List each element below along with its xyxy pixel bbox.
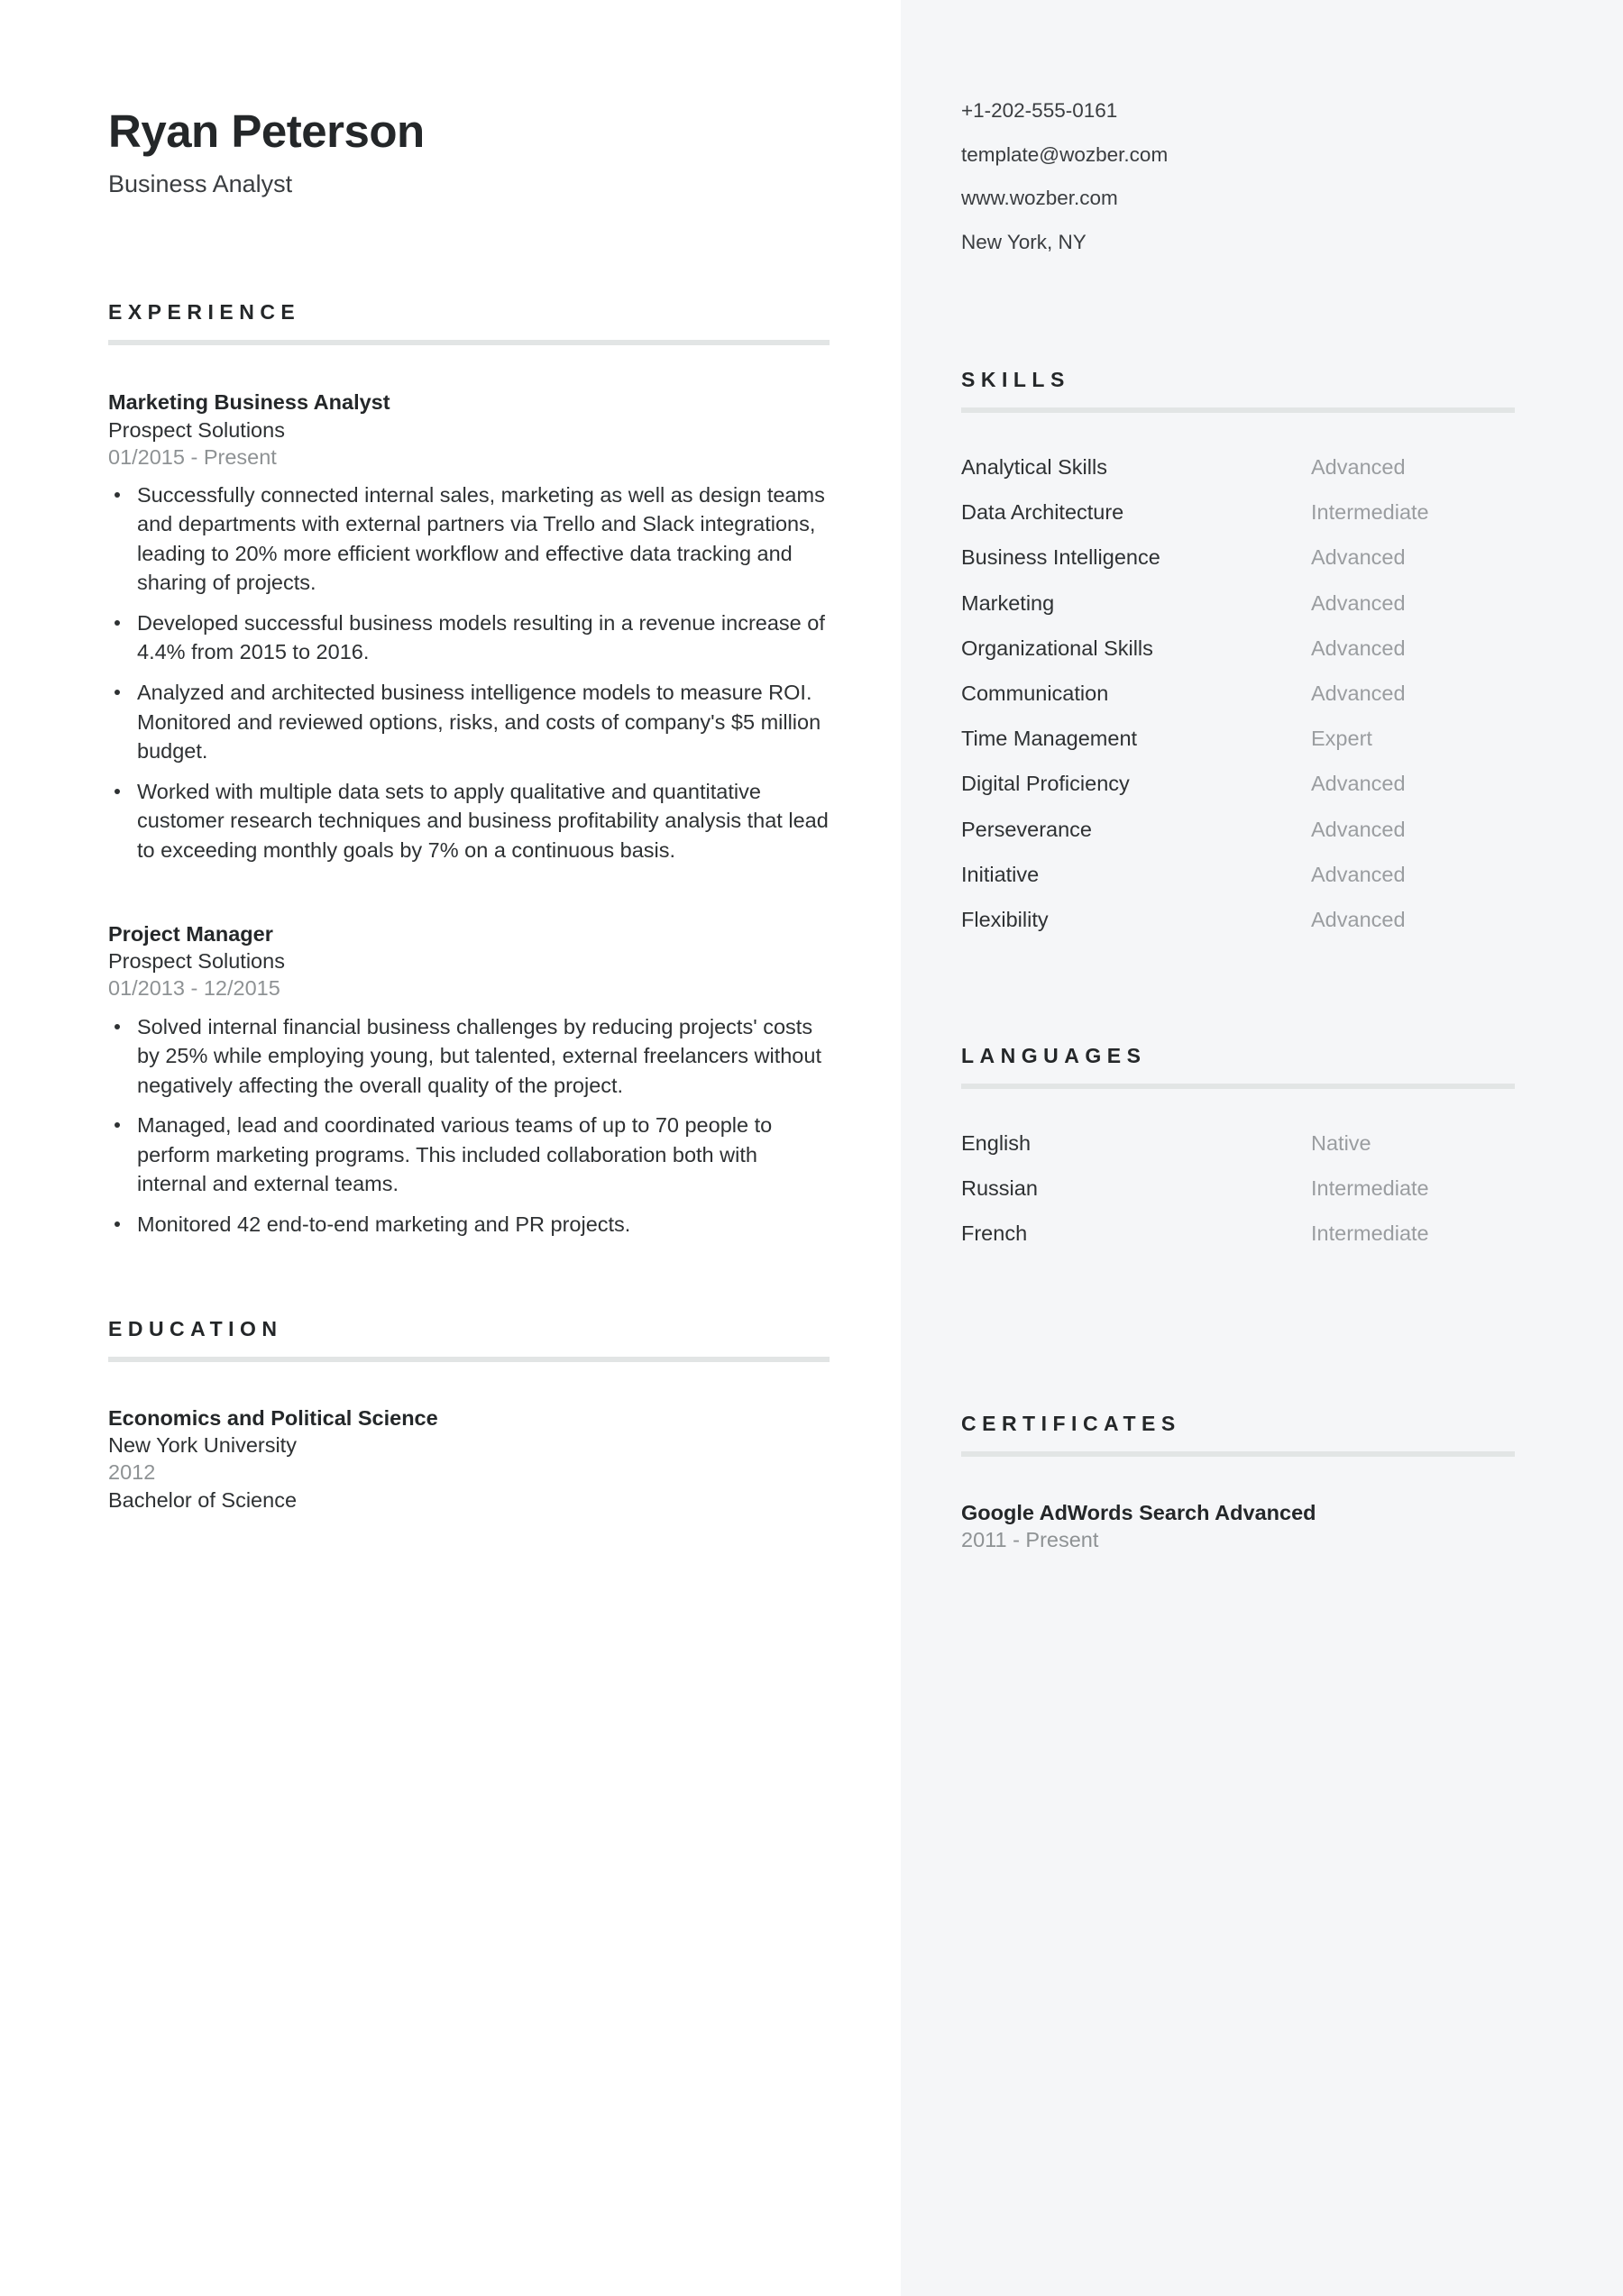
skill-row-level: Advanced bbox=[1311, 455, 1406, 479]
entry-date: 01/2015 - Present bbox=[108, 444, 277, 469]
skill-row-name: Initiative bbox=[961, 862, 1040, 886]
contact-line-1: template@wozber.com bbox=[961, 142, 1169, 166]
skill-row: Digital Proficiency Advanced bbox=[961, 771, 1515, 796]
experience-entry: Marketing Business Analyst Prospect Solut… bbox=[108, 389, 830, 864]
section-divider bbox=[961, 1450, 1515, 1457]
entry-title: Project Manager bbox=[108, 922, 273, 947]
entry-title: Marketing Business Analyst bbox=[108, 390, 390, 415]
entry-date: 01/2013 - 12/2015 bbox=[108, 976, 280, 1001]
language-row-name: Russian bbox=[961, 1176, 1038, 1201]
education-year: 2012 bbox=[108, 1460, 156, 1485]
entry-bullet: Analyzed and architected business intell… bbox=[108, 678, 830, 766]
experience-entry-list: Marketing Business Analyst Prospect Solut… bbox=[108, 389, 830, 1239]
language-row-name: English bbox=[961, 1131, 1032, 1156]
skill-row-name: Marketing bbox=[961, 590, 1055, 615]
entry-organization: Prospect Solutions bbox=[108, 417, 285, 442]
education-entry-list: Economics and Political Science New York … bbox=[108, 1404, 830, 1513]
section-divider bbox=[108, 1357, 830, 1363]
certificate-entry: Google AdWords Search Advanced 2011 - Pre… bbox=[961, 1499, 1515, 1554]
language-row-name: French bbox=[961, 1221, 1028, 1246]
languages-list: English Native Russian Intermediate French In… bbox=[961, 1130, 1515, 1247]
education-section: EDUCATION Economics and Political Scienc… bbox=[0, 1319, 901, 1513]
skill-row-level: Advanced bbox=[1311, 636, 1406, 660]
languages-heading: LANGUAGES bbox=[961, 1044, 1147, 1068]
job-title: Business Analyst bbox=[108, 170, 293, 198]
section-divider bbox=[961, 1084, 1515, 1090]
language-row: English Native bbox=[961, 1130, 1515, 1156]
skill-row-name: Flexibility bbox=[961, 907, 1049, 931]
language-row-level: Intermediate bbox=[1311, 1176, 1429, 1201]
entry-bullet: Monitored 42 end-to-end marketing and PR… bbox=[108, 1210, 830, 1239]
skills-heading: SKILLS bbox=[961, 368, 1070, 391]
entry-bullet: Developed successful business models res… bbox=[108, 608, 830, 667]
certificates-list: Google AdWords Search Advanced 2011 - Pre… bbox=[961, 1499, 1515, 1554]
language-row-level: Intermediate bbox=[1311, 1221, 1429, 1246]
section-divider bbox=[108, 340, 830, 346]
education-heading: EDUCATION bbox=[108, 1317, 283, 1341]
header-identity: Ryan Peterson Business Analyst bbox=[0, 0, 901, 198]
entry-bullet-list: Solved internal financial business chall… bbox=[108, 1012, 830, 1239]
education-entry: Economics and Political Science New York … bbox=[108, 1404, 830, 1513]
skill-row: Data Architecture Intermediate bbox=[961, 499, 1515, 525]
skill-row-level: Advanced bbox=[1311, 862, 1406, 886]
skill-row-name: Data Architecture bbox=[961, 500, 1124, 525]
certificate-date: 2011 - Present bbox=[961, 1528, 1099, 1552]
skill-row-name: Digital Proficiency bbox=[961, 772, 1130, 796]
entry-bullet: Managed, lead and coordinated various te… bbox=[108, 1111, 830, 1199]
contact-list: +1-202-555-0161 template@wozber.com www.wo… bbox=[961, 99, 1623, 253]
skill-row-level: Expert bbox=[1311, 727, 1372, 751]
certificates-section: CERTIFICATES Google AdWords Search Advan… bbox=[901, 1413, 1623, 1554]
entry-bullet: Solved internal financial business chall… bbox=[108, 1012, 830, 1101]
experience-entry: Project Manager Prospect Solutions 01/2013… bbox=[108, 920, 830, 1239]
skill-row: Time Management Expert bbox=[961, 726, 1515, 751]
right-column: +1-202-555-0161 template@wozber.com www.wo… bbox=[901, 0, 1623, 2296]
entry-bullet: Worked with multiple data sets to apply … bbox=[108, 777, 830, 865]
skill-row-level: Advanced bbox=[1311, 817, 1406, 841]
skill-row: Marketing Advanced bbox=[961, 590, 1515, 616]
left-column: Ryan Peterson Business Analyst EXPERIENC… bbox=[0, 0, 901, 2296]
skills-section: SKILLS Analytical Skills Advanced Data Arc… bbox=[901, 370, 1623, 932]
contact-line-2: www.wozber.com bbox=[961, 187, 1118, 209]
skill-row-level: Advanced bbox=[1311, 907, 1406, 931]
resume-page: Ryan Peterson Business Analyst EXPERIENC… bbox=[0, 0, 1623, 2296]
section-divider bbox=[961, 407, 1515, 413]
skill-row-level: Advanced bbox=[1311, 681, 1406, 705]
contact-line-0: +1-202-555-0161 bbox=[961, 99, 1118, 122]
skill-row-name: Analytical Skills bbox=[961, 455, 1107, 479]
skill-row-name: Time Management bbox=[961, 727, 1138, 751]
skill-row-name: Perseverance bbox=[961, 817, 1092, 841]
certificates-heading: CERTIFICATES bbox=[961, 1411, 1181, 1435]
skill-row: Initiative Advanced bbox=[961, 862, 1515, 887]
skill-row: Analytical Skills Advanced bbox=[961, 454, 1515, 480]
skill-row: Communication Advanced bbox=[961, 681, 1515, 706]
skill-row-level: Intermediate bbox=[1311, 500, 1429, 525]
skill-row-name: Business Intelligence bbox=[961, 545, 1160, 570]
education-school: New York University bbox=[108, 1433, 297, 1458]
education-field: Economics and Political Science bbox=[108, 1406, 438, 1431]
skill-row: Organizational Skills Advanced bbox=[961, 636, 1515, 661]
skill-row-level: Advanced bbox=[1311, 590, 1406, 615]
contact-line-3: New York, NY bbox=[961, 230, 1087, 253]
experience-heading: EXPERIENCE bbox=[108, 300, 301, 325]
language-row-level: Native bbox=[1311, 1131, 1371, 1156]
skill-row: Flexibility Advanced bbox=[961, 907, 1515, 932]
entry-bullet-list: Successfully connected internal sales, m… bbox=[108, 480, 830, 865]
entry-organization: Prospect Solutions bbox=[108, 949, 285, 974]
languages-section: LANGUAGES English Native Russian Intermedia… bbox=[901, 1046, 1623, 1247]
language-row: French Intermediate bbox=[961, 1221, 1515, 1246]
skill-row: Business Intelligence Advanced bbox=[961, 544, 1515, 570]
skill-row-name: Communication bbox=[961, 681, 1109, 705]
skill-row: Perseverance Advanced bbox=[961, 817, 1515, 842]
experience-section: EXPERIENCE Marketing Business Analyst Pro… bbox=[0, 302, 901, 1239]
certificate-name: Google AdWords Search Advanced bbox=[961, 1500, 1316, 1524]
language-row: Russian Intermediate bbox=[961, 1175, 1515, 1201]
entry-bullet: Successfully connected internal sales, m… bbox=[108, 480, 830, 598]
skill-row-level: Advanced bbox=[1311, 545, 1406, 570]
page-title: Ryan Peterson bbox=[108, 105, 425, 157]
skill-row-level: Advanced bbox=[1311, 772, 1406, 796]
education-degree: Bachelor of Science bbox=[108, 1487, 298, 1512]
contact-block: +1-202-555-0161 template@wozber.com www.wo… bbox=[901, 0, 1623, 252]
skill-row-name: Organizational Skills bbox=[961, 636, 1153, 660]
skills-list: Analytical Skills Advanced Data Architectu… bbox=[961, 454, 1515, 932]
